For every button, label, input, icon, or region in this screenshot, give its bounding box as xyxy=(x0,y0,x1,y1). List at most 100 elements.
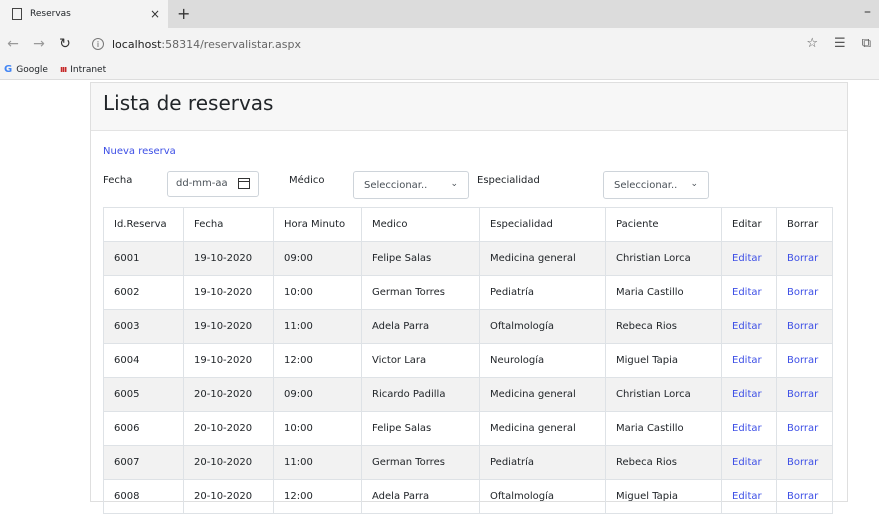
cell-editar: Editar xyxy=(721,309,777,344)
cell-editar: Editar xyxy=(721,377,777,412)
table-row: 6004 19-10-2020 12:00 Victor Lara Neurología… xyxy=(103,343,833,378)
fecha-label: Fecha xyxy=(103,175,133,186)
date-placeholder: dd-mm-aa xyxy=(176,178,228,189)
delete-link[interactable]: Borrar xyxy=(787,423,818,434)
reservations-card: Lista de reservas Nueva reserva Fecha dd… xyxy=(90,82,848,514)
col-header-id: Id.Reserva xyxy=(103,207,184,242)
cell-id: 6005 xyxy=(103,377,184,412)
delete-link[interactable]: Borrar xyxy=(787,457,818,468)
cell-especialidad: Medicina general xyxy=(479,241,606,276)
cell-borrar: Borrar xyxy=(776,479,833,514)
delete-link[interactable]: Borrar xyxy=(787,287,818,298)
cell-borrar: Borrar xyxy=(776,377,833,412)
edit-link[interactable]: Editar xyxy=(732,287,762,298)
edit-link[interactable]: Editar xyxy=(732,423,762,434)
edit-link[interactable]: Editar xyxy=(732,491,762,502)
table-row: 6003 19-10-2020 11:00 Adela Parra Oftalmolog… xyxy=(103,309,833,344)
table-row: 6002 19-10-2020 10:00 German Torres Pediatrí… xyxy=(103,275,833,310)
bookmarks-bar: G Google ııı Intranet xyxy=(0,60,879,80)
table-row: 6001 19-10-2020 09:00 Felipe Salas Medicina … xyxy=(103,241,833,276)
favorites-list-icon[interactable]: ☰ xyxy=(834,36,846,51)
document-icon xyxy=(12,8,22,20)
delete-link[interactable]: Borrar xyxy=(787,389,818,400)
cell-especialidad: Medicina general xyxy=(479,377,606,412)
especialidad-selected-value: Seleccionar.. xyxy=(614,180,678,191)
cell-hora: 11:00 xyxy=(273,445,362,480)
cell-fecha: 19-10-2020 xyxy=(183,241,274,276)
cell-borrar: Borrar xyxy=(776,411,833,446)
edit-link[interactable]: Editar xyxy=(732,253,762,264)
cell-medico: Felipe Salas xyxy=(361,411,480,446)
cell-fecha: 20-10-2020 xyxy=(183,479,274,514)
favorite-star-icon[interactable]: ☆ xyxy=(806,36,818,51)
cell-editar: Editar xyxy=(721,275,777,310)
cell-fecha: 20-10-2020 xyxy=(183,411,274,446)
col-header-fecha: Fecha xyxy=(183,207,274,242)
cell-hora: 10:00 xyxy=(273,275,362,310)
cell-paciente: Maria Castillo xyxy=(605,275,722,310)
table-body: 6001 19-10-2020 09:00 Felipe Salas Medicina … xyxy=(103,241,833,514)
forward-icon[interactable]: → xyxy=(26,36,52,52)
col-header-borrar: Borrar xyxy=(776,207,833,242)
cell-especialidad: Medicina general xyxy=(479,411,606,446)
refresh-icon[interactable]: ↻ xyxy=(52,36,78,52)
table-header-row: Id.Reserva Fecha Hora Minuto Medico Espe… xyxy=(103,207,833,242)
bookmark-intranet[interactable]: ııı Intranet xyxy=(60,65,106,75)
cell-editar: Editar xyxy=(721,241,777,276)
cell-paciente: Christian Lorca xyxy=(605,241,722,276)
cell-fecha: 19-10-2020 xyxy=(183,309,274,344)
table-row: 6006 20-10-2020 10:00 Felipe Salas Medicina … xyxy=(103,411,833,446)
edit-link[interactable]: Editar xyxy=(732,355,762,366)
new-reservation-link[interactable]: Nueva reserva xyxy=(103,146,176,157)
delete-link[interactable]: Borrar xyxy=(787,355,818,366)
url-field[interactable]: localhost:58314/reservalistar.aspx xyxy=(112,38,301,51)
cell-paciente: Miguel Tapia xyxy=(605,343,722,378)
col-header-medico: Medico xyxy=(361,207,480,242)
cell-medico: Adela Parra xyxy=(361,479,480,514)
cell-hora: 12:00 xyxy=(273,479,362,514)
edit-link[interactable]: Editar xyxy=(732,457,762,468)
collections-icon[interactable]: ⧉ xyxy=(862,36,871,51)
cell-especialidad: Oftalmología xyxy=(479,309,606,344)
chevron-down-icon: ⌄ xyxy=(450,179,458,189)
cell-hora: 11:00 xyxy=(273,309,362,344)
browser-tab[interactable]: Reservas × xyxy=(0,0,168,28)
especialidad-select[interactable]: Seleccionar.. ⌄ xyxy=(603,171,709,199)
cell-id: 6004 xyxy=(103,343,184,378)
back-icon[interactable]: ← xyxy=(0,36,26,52)
bookmark-google[interactable]: G Google xyxy=(4,64,48,75)
medico-label: Médico xyxy=(289,175,325,186)
cell-especialidad: Neurología xyxy=(479,343,606,378)
cell-medico: Felipe Salas xyxy=(361,241,480,276)
delete-link[interactable]: Borrar xyxy=(787,321,818,332)
delete-link[interactable]: Borrar xyxy=(787,253,818,264)
edit-link[interactable]: Editar xyxy=(732,389,762,400)
table-row: 6007 20-10-2020 11:00 German Torres Pediatrí… xyxy=(103,445,833,480)
google-icon: G xyxy=(4,64,13,75)
fecha-date-input[interactable]: dd-mm-aa xyxy=(167,171,259,197)
medico-select[interactable]: Seleccionar.. ⌄ xyxy=(353,171,469,199)
calendar-icon[interactable] xyxy=(238,178,250,189)
cell-especialidad: Pediatría xyxy=(479,275,606,310)
cell-fecha: 20-10-2020 xyxy=(183,445,274,480)
cell-id: 6001 xyxy=(103,241,184,276)
medico-selected-value: Seleccionar.. xyxy=(364,180,428,191)
minimize-icon[interactable]: – xyxy=(864,4,871,20)
cell-paciente: Miguel Tapia xyxy=(605,479,722,514)
col-header-paciente: Paciente xyxy=(605,207,722,242)
cell-id: 6007 xyxy=(103,445,184,480)
cell-borrar: Borrar xyxy=(776,275,833,310)
edit-link[interactable]: Editar xyxy=(732,321,762,332)
col-header-especialidad: Especialidad xyxy=(479,207,606,242)
bookmark-label: Google xyxy=(16,64,48,75)
close-tab-icon[interactable]: × xyxy=(150,7,160,21)
cell-borrar: Borrar xyxy=(776,343,833,378)
cell-hora: 12:00 xyxy=(273,343,362,378)
delete-link[interactable]: Borrar xyxy=(787,491,818,502)
cell-id: 6008 xyxy=(103,479,184,514)
cell-hora: 10:00 xyxy=(273,411,362,446)
info-icon[interactable]: i xyxy=(92,38,104,50)
cell-id: 6003 xyxy=(103,309,184,344)
new-tab-button[interactable]: + xyxy=(177,4,190,23)
cell-editar: Editar xyxy=(721,479,777,514)
